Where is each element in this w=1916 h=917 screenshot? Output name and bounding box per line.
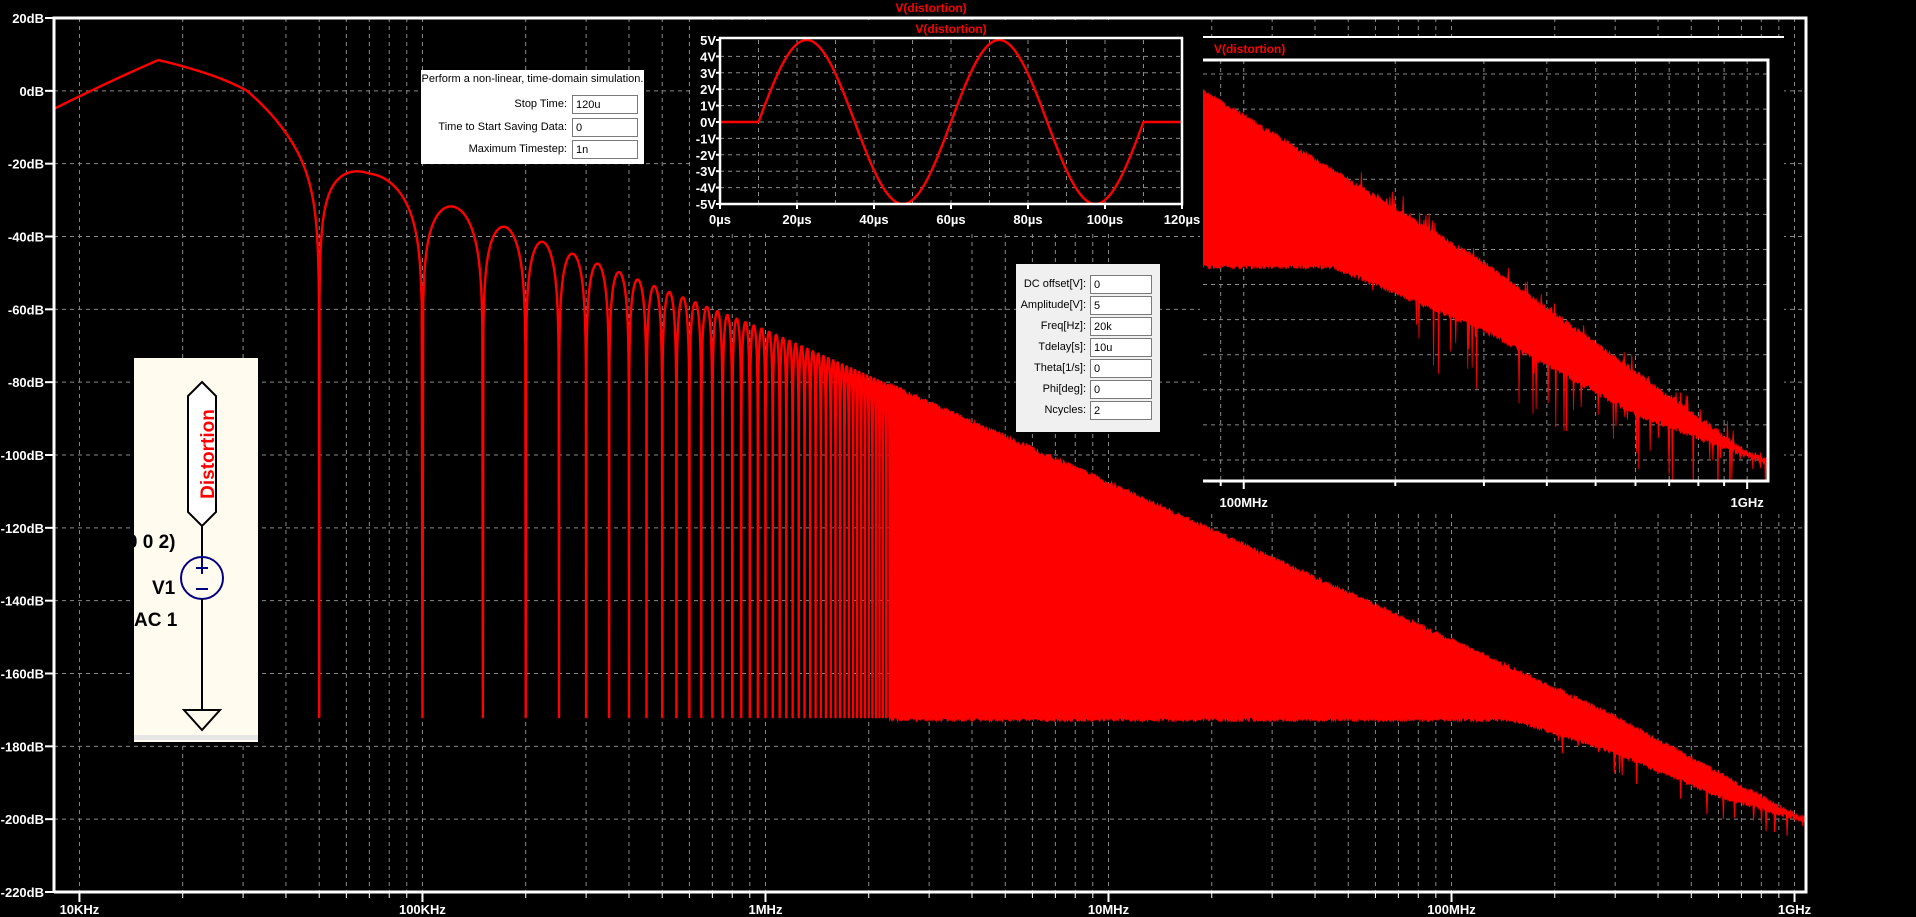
amplitude-field[interactable]: 5 [1090, 296, 1152, 315]
y-tick-label: 20dB [12, 11, 44, 26]
start-saving-field[interactable]: 0 [572, 118, 638, 137]
time-y-tick-label: 5V [700, 33, 716, 48]
zoom-spectrum-inset[interactable]: V(distortion) 100MHz 1GHz [1200, 36, 1784, 510]
time-y-tick-label: 2V [700, 82, 716, 97]
theta-field[interactable]: 0 [1090, 359, 1152, 378]
stop-time-label: Stop Time: [514, 98, 567, 110]
time-y-tick-label: -5V [696, 197, 717, 212]
freq-label: Freq[Hz]: [1040, 320, 1086, 332]
tdelay-field[interactable]: 10u [1090, 338, 1152, 357]
time-y-tick-label: -2V [696, 148, 717, 163]
max-timestep-label: Maximum Timestep: [468, 143, 567, 155]
max-timestep-field[interactable]: 1n [572, 140, 638, 159]
transient-heading: Perform a non-linear, time-domain simula… [421, 73, 644, 85]
time-x-tick-label: 120µs [1164, 212, 1200, 227]
y-tick-label: 0dB [19, 84, 44, 99]
transient-settings-panel: Perform a non-linear, time-domain simula… [421, 70, 644, 164]
time-x-tick-label: 0µs [709, 212, 731, 227]
time-x-tick-label: 20µs [782, 212, 811, 227]
y-tick-label: -200dB [1, 812, 44, 827]
freq-field[interactable]: 20k [1090, 317, 1152, 336]
y-tick-label: -220dB [1, 885, 44, 900]
dc-offset-label: DC offset[V]: [1023, 278, 1086, 290]
ac-spec-text[interactable]: AC 1 [134, 610, 177, 632]
start-saving-label: Time to Start Saving Data: [438, 121, 567, 133]
theta-label: Theta[1/s]: [1034, 362, 1086, 374]
time-y-tick-label: 0V [700, 115, 716, 130]
time-y-tick-label: -1V [696, 131, 717, 146]
time-y-tick-label: -3V [696, 164, 717, 179]
tdelay-label: Tdelay[s]: [1038, 341, 1086, 353]
time-x-tick-label: 80µs [1013, 212, 1042, 227]
dc-offset-field[interactable]: 0 [1090, 275, 1152, 294]
amplitude-label: Amplitude[V]: [1020, 299, 1086, 311]
ground-icon[interactable] [181, 709, 223, 732]
x-tick-label: 100MHz [1427, 902, 1476, 917]
time-y-tick-label: 3V [700, 66, 716, 81]
panel-bottom-edge [134, 735, 258, 740]
y-tick-label: -180dB [1, 739, 44, 754]
phi-label: Phi[deg]: [1042, 383, 1086, 395]
x-tick-label: 10MHz [1088, 902, 1130, 917]
time-y-tick-label: 1V [700, 99, 716, 114]
time-y-tick-label: -4V [696, 181, 717, 196]
y-tick-label: -100dB [1, 448, 44, 463]
x-tick-label: 1GHz [1778, 902, 1812, 917]
zoom-x-tick-label: 1GHz [1731, 495, 1765, 510]
ncycles-label: Ncycles: [1044, 404, 1086, 416]
y-tick-label: -120dB [1, 521, 44, 536]
source-name[interactable]: V1 [152, 578, 175, 600]
sine-source-panel: DC offset[V]: 0 Amplitude[V]: 5 Freq[Hz]… [1016, 264, 1160, 432]
source-spec-text[interactable]: u 0 0 2) [110, 532, 175, 554]
net-label-text: Distortion [198, 409, 219, 499]
y-tick-label: -20dB [8, 157, 44, 172]
y-tick-label: -40dB [8, 230, 44, 245]
time-y-tick-label: 4V [700, 49, 716, 64]
y-tick-label: -140dB [1, 594, 44, 609]
time-x-tick-label: 100µs [1087, 212, 1123, 227]
time-inset-background [690, 20, 1200, 232]
stop-time-field[interactable]: 120u [572, 95, 638, 114]
x-tick-label: 10KHz [60, 902, 100, 917]
schematic-panel[interactable]: Distortion u 0 0 2) V1 AC 1 [110, 358, 258, 742]
time-domain-inset[interactable]: V(distortion) 5V4V 3V2V 1V0V-1V -2V-3V -4V-5… [690, 20, 1200, 232]
time-inset-title: V(distortion) [915, 22, 986, 36]
y-tick-label: -60dB [8, 302, 44, 317]
time-x-tick-label: 60µs [936, 212, 965, 227]
ncycles-field[interactable]: 2 [1090, 401, 1152, 420]
waveform-viewer[interactable]: V(distortion) 20dB 0dB -20dB -40dB -60dB -80d… [0, 0, 1916, 917]
x-tick-label: 100KHz [399, 902, 446, 917]
zoom-inset-title: V(distortion) [1214, 42, 1285, 56]
y-tick-label: -80dB [8, 375, 44, 390]
y-tick-label: -160dB [1, 667, 44, 682]
x-tick-label: 1MHz [749, 902, 783, 917]
time-x-tick-label: 40µs [859, 212, 888, 227]
plot-title: V(distortion) [895, 1, 966, 15]
phi-field[interactable]: 0 [1090, 380, 1152, 399]
zoom-x-tick-label: 100MHz [1220, 495, 1269, 510]
